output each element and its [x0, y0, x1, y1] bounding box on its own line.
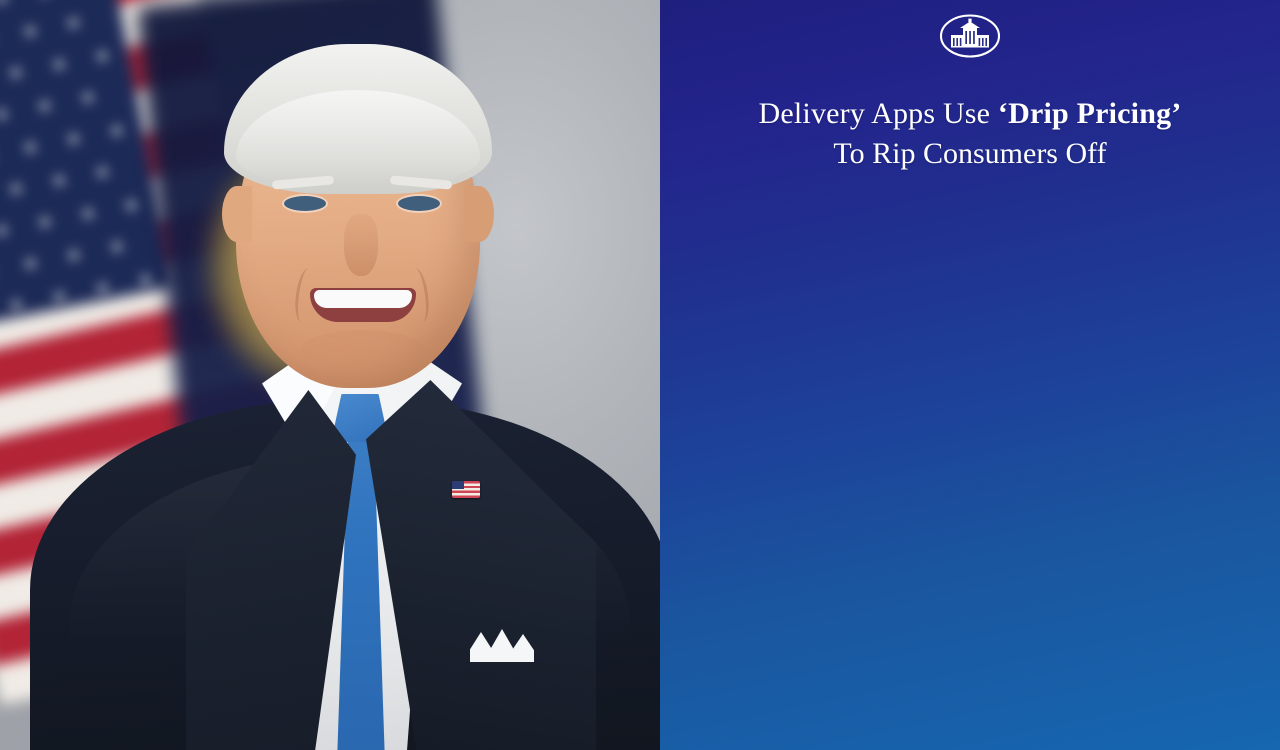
pocket-square: [470, 628, 534, 662]
presidential-portrait: [0, 0, 660, 750]
hair: [224, 44, 492, 194]
eye-left: [284, 196, 326, 211]
nose: [344, 214, 378, 276]
chin: [300, 330, 424, 370]
headline-line2: To Rip Consumers Off: [833, 137, 1107, 171]
headline: Delivery Apps Use ‘Drip Pricing’ To Rip …: [660, 96, 1280, 172]
message-panel: Delivery Apps Use ‘Drip Pricing’ To Rip …: [660, 0, 1280, 750]
mouth: [310, 288, 416, 322]
subject-figure: [0, 0, 660, 750]
ear-right: [464, 186, 494, 242]
white-house-seal-icon: [939, 13, 1001, 59]
eye-right: [398, 196, 440, 211]
teeth: [314, 290, 412, 308]
ear-left: [222, 186, 252, 242]
social-graphic: Delivery Apps Use ‘Drip Pricing’ To Rip …: [0, 0, 1280, 750]
headline-line1-emphasis: ‘Drip Pricing’: [997, 97, 1182, 130]
headline-line1-plain: Delivery Apps Use: [758, 97, 998, 130]
us-flag-lapel-pin-icon: [452, 481, 480, 498]
